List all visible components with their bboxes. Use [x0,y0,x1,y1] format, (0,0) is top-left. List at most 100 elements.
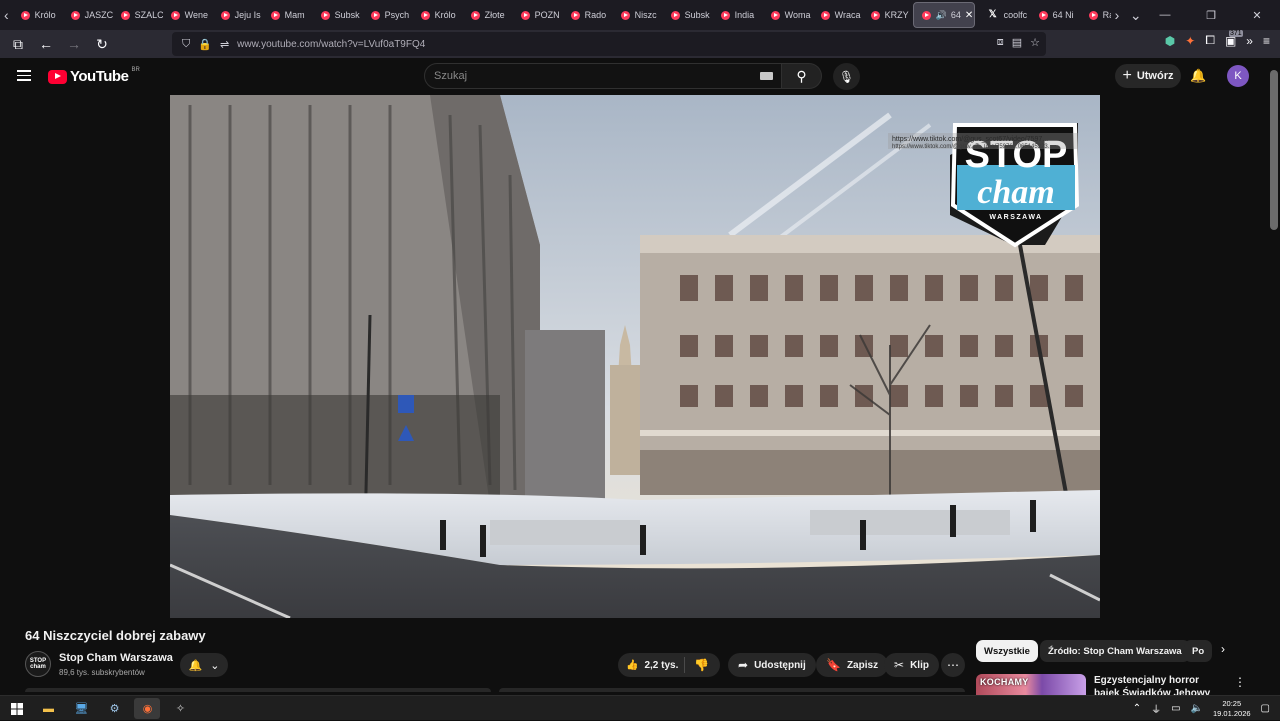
extension-shield-icon[interactable]: ⬢ [1165,34,1175,48]
tab[interactable]: Psych [363,0,413,30]
like-count: 2,2 tys. [644,659,679,671]
picture-in-picture-icon[interactable]: ⧈ [997,36,1004,49]
tab[interactable]: Królo [413,0,463,30]
tab[interactable]: POZN [513,0,563,30]
tab[interactable]: Rado [563,0,613,30]
notifications-bell-icon[interactable]: 🔔 [1190,68,1206,84]
thumbnail-text: KOCHAMY [980,677,1029,687]
tab[interactable]: Królo [13,0,63,30]
search-button[interactable]: ⚲ [782,63,822,89]
windows-start-icon[interactable] [8,700,25,717]
network-icon[interactable]: ▭ [1171,703,1180,714]
avatar[interactable]: K [1227,65,1249,87]
overflow-menu-icon[interactable]: » [1246,34,1253,48]
tab-label: coolfc [1003,10,1028,20]
tab[interactable]: 64 Ni [1031,0,1081,30]
tab-label: Wraca [834,10,861,20]
reload-button[interactable]: ↻ [90,32,114,56]
save-button[interactable]: 🔖 Zapisz [816,653,889,677]
bookmark-star-icon[interactable]: ☆ [1030,36,1040,49]
app-icon[interactable]: ✧ [172,700,189,717]
extension-fox-icon[interactable]: ✦ [1185,34,1195,48]
keyboard-icon[interactable] [760,72,773,80]
tab[interactable]: Woma [763,0,813,30]
chevron-right-icon[interactable]: › [1221,642,1225,656]
back-button[interactable]: ← [34,32,58,56]
chevron-up-icon[interactable]: ⌃ [1133,703,1141,714]
tab[interactable]: SZALC [113,0,163,30]
list-all-tabs-button[interactable]: ⌄ [1129,0,1142,30]
reader-view-icon[interactable]: ▤ [1012,36,1022,49]
more-actions-button[interactable]: ⋯ [941,653,965,677]
active-tab[interactable]: 🔊 64 ✕ [912,2,975,28]
speaker-icon[interactable]: 🔊 [936,10,947,21]
tab[interactable]: Niszc [613,0,663,30]
scissors-icon: ✂ [894,658,905,672]
url-text[interactable]: www.youtube.com/watch?v=LVuf0aT9FQ4 [237,39,425,50]
tab[interactable]: KRZY [863,0,913,30]
computer-icon[interactable]: 🖥 [73,700,90,717]
notifications-icon[interactable]: ▢ [1261,703,1270,714]
description-box[interactable] [25,688,491,692]
clock[interactable]: 20:25 19.01.2026 [1213,699,1251,719]
dislike-button[interactable]: 👎 [694,653,709,677]
restore-button[interactable]: ❐ [1188,0,1234,30]
tab[interactable]: Złote [463,0,513,30]
tab[interactable]: Subsk [663,0,713,30]
steam-icon[interactable]: ⚙ [106,700,123,717]
like-dislike-bar: 👍 2,2 tys. 👎 [618,653,720,677]
like-button[interactable]: 👍 2,2 tys. [626,653,678,677]
tab-label: Złote [484,10,505,20]
menu-icon[interactable] [17,70,31,81]
tab-label: Niszc [634,10,657,20]
youtube-icon [870,10,880,20]
usb-icon[interactable]: ⏚ [1151,701,1161,716]
app-menu-icon[interactable]: ≡ [1263,34,1270,48]
youtube-icon [921,10,931,20]
youtube-icon [570,10,580,20]
share-button[interactable]: ➦ Udostępnij [728,653,816,677]
create-button[interactable]: + Utwórz [1115,64,1181,88]
tab-label: Rado [584,10,607,20]
tab-scroll-right-button[interactable]: › [1111,0,1124,30]
chip-all[interactable]: Wszystkie [976,640,1038,662]
comments-box[interactable] [499,688,965,692]
minimize-button[interactable]: — [1142,0,1188,30]
avatar-letter: K [1234,70,1242,82]
shield-icon[interactable]: ⛉ [182,38,190,51]
forward-button[interactable]: → [62,32,86,56]
tab[interactable]: Subsk [313,0,363,30]
close-tab-icon[interactable]: ✕ [965,10,973,21]
close-window-button[interactable]: ✕ [1234,0,1280,30]
tab[interactable]: Wene [163,0,213,30]
tab[interactable]: Ran [1081,0,1111,30]
clip-button[interactable]: ✂ Klip [884,653,939,677]
lock-icon[interactable]: 🔒 [198,38,212,51]
tab[interactable]: India [713,0,763,30]
search-input[interactable]: Szukaj [424,63,782,89]
chip-source[interactable]: Źródło: Stop Cham Warszawa [1040,640,1190,662]
tab[interactable]: JASZC [63,0,113,30]
page-scrollbar[interactable] [1270,70,1278,230]
firefox-icon[interactable]: ◉ [139,700,156,717]
tab[interactable]: Wraca [813,0,863,30]
chip-more[interactable]: Po [1184,640,1213,662]
file-explorer-icon[interactable]: ▬ [40,700,57,717]
url-bar[interactable]: ⛉ 🔒 ⇌ www.youtube.com/watch?v=LVuf0aT9FQ… [172,32,1046,56]
tab-scroll-left-button[interactable]: ‹ [0,0,13,30]
tab[interactable]: Mam [263,0,313,30]
tab-label: JASZC [84,10,113,20]
extensions-puzzle-icon[interactable]: ⧠ [1205,33,1215,48]
tab[interactable]: Jeju Is [213,0,263,30]
video-player[interactable]: STOP cham WARSZAWA https://www.tiktok.co… [170,95,1100,618]
tab[interactable]: 𝕏 coolfc [981,0,1031,30]
youtube-logo[interactable]: YouTube BR [48,67,140,85]
extension-counter-icon[interactable]: ▣ 371 [1225,29,1243,48]
tab-groups-icon[interactable]: ⧉ [6,32,30,56]
more-vertical-icon[interactable]: ⋮ [1234,675,1246,689]
youtube-icon [820,10,830,20]
voice-search-button[interactable]: 🎙 [833,63,860,90]
thumbs-up-icon: 👍 [626,659,639,671]
permissions-icon[interactable]: ⇌ [220,38,229,51]
volume-icon[interactable]: 🔈 [1191,703,1203,714]
